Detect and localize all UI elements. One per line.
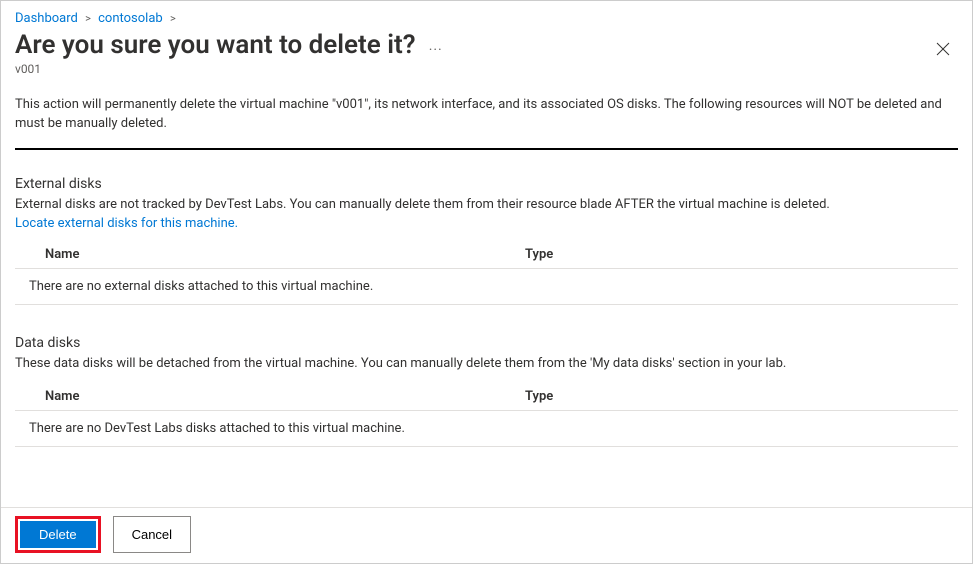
delete-confirmation-blade: Dashboard > contosolab > Are you sure yo… xyxy=(0,0,973,564)
data-disks-desc: These data disks will be detached from t… xyxy=(15,355,958,373)
close-button[interactable] xyxy=(928,34,958,67)
cancel-button[interactable]: Cancel xyxy=(113,516,191,553)
chevron-right-icon: > xyxy=(85,12,91,25)
external-disks-title: External disks xyxy=(15,176,958,192)
breadcrumb-lab[interactable]: contosolab xyxy=(98,11,163,26)
external-disks-empty: There are no external disks attached to … xyxy=(15,269,958,305)
title-block: Are you sure you want to delete it? ··· … xyxy=(15,28,443,76)
more-actions-icon[interactable]: ··· xyxy=(429,42,443,58)
chevron-right-icon: > xyxy=(170,12,176,25)
external-disks-section: External disks External disks are not tr… xyxy=(1,176,972,305)
external-disks-table: Name Type There are no external disks at… xyxy=(15,241,958,305)
locate-external-disks-link[interactable]: Locate external disks for this machine. xyxy=(15,216,238,231)
breadcrumb-dashboard[interactable]: Dashboard xyxy=(15,11,78,26)
divider xyxy=(15,148,958,150)
breadcrumb: Dashboard > contosolab > xyxy=(1,1,972,28)
table-header: Name Type xyxy=(15,241,958,269)
delete-button-highlight: Delete xyxy=(15,516,101,553)
data-disks-title: Data disks xyxy=(15,335,958,351)
page-title: Are you sure you want to delete it? xyxy=(15,30,416,60)
column-name: Name xyxy=(45,247,525,262)
warning-text: This action will permanently delete the … xyxy=(1,76,972,148)
table-header: Name Type xyxy=(15,383,958,411)
column-type: Type xyxy=(525,247,553,262)
data-disks-table: Name Type There are no DevTest Labs disk… xyxy=(15,383,958,447)
column-name: Name xyxy=(45,389,525,404)
data-disks-section: Data disks These data disks will be deta… xyxy=(1,335,972,447)
close-icon xyxy=(936,42,950,56)
data-disks-empty: There are no DevTest Labs disks attached… xyxy=(15,411,958,447)
page-subtitle: v001 xyxy=(15,62,443,76)
external-disks-desc: External disks are not tracked by DevTes… xyxy=(15,196,958,214)
column-type: Type xyxy=(525,389,553,404)
delete-button[interactable]: Delete xyxy=(20,521,96,548)
footer-actions: Delete Cancel xyxy=(1,507,972,563)
